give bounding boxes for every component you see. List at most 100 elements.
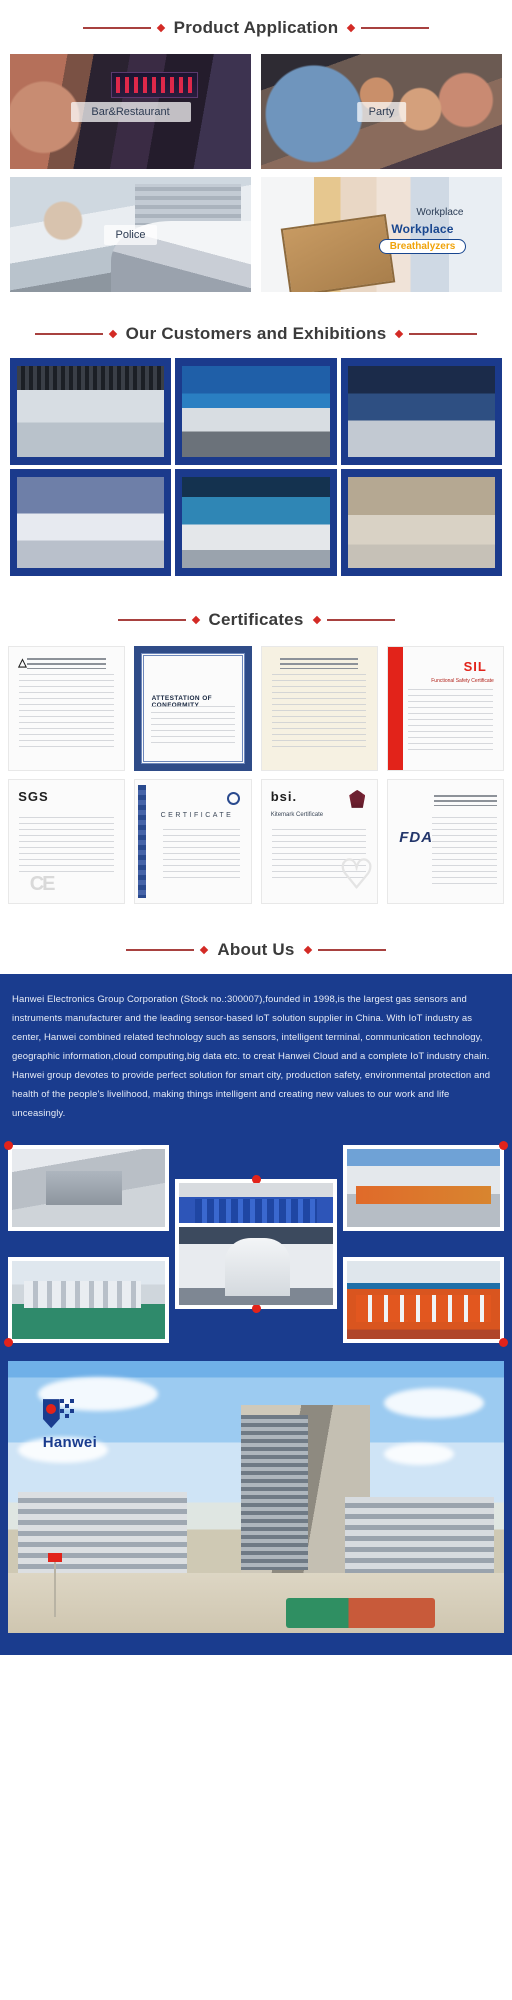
certificate-sil[interactable]: SIL Functional Safety Certificate xyxy=(386,646,504,771)
national-flag-icon xyxy=(47,1553,62,1563)
section-title: About Us xyxy=(217,940,295,959)
section-header-product-application: Product Application xyxy=(0,0,512,52)
basketball-court xyxy=(285,1597,435,1628)
iso-seal-icon xyxy=(227,792,241,806)
hanwei-headquarters-building[interactable]: Hanwei xyxy=(8,1361,504,1633)
section-header-about-us: About Us xyxy=(0,922,512,974)
application-card-workplace[interactable]: Workplace Workplace Breathalyzers xyxy=(261,177,502,292)
breathalyzer-machine-display xyxy=(111,72,198,98)
diamond-icon-right xyxy=(395,329,404,339)
application-label: Police xyxy=(103,224,158,245)
exhibition-cell[interactable] xyxy=(10,358,172,465)
exhibition-cell[interactable] xyxy=(175,469,337,576)
diamond-icon-left xyxy=(108,329,117,339)
factory-photo-frame[interactable] xyxy=(4,1141,170,1231)
certificates-grid: △ ATTESTATION OF CONFORMITY SIL Function… xyxy=(8,646,504,904)
certificate-title: CERTIFICATE xyxy=(160,811,234,819)
fda-logo: FDA xyxy=(399,829,434,847)
section-title: Our Customers and Exhibitions xyxy=(125,324,387,343)
factory-photo-frame[interactable] xyxy=(175,1223,337,1313)
headquarters-banner-wrap: Hanwei xyxy=(0,1361,512,1655)
exhibition-photo-3 xyxy=(347,366,495,457)
factory-photo-clean-room xyxy=(12,1261,166,1339)
diamond-icon-left xyxy=(200,945,209,955)
section-title: Product Application xyxy=(173,18,339,37)
certificate-attestation-of-conformity[interactable]: ATTESTATION OF CONFORMITY xyxy=(134,646,252,771)
cloud-shape xyxy=(384,1442,455,1465)
application-card-bar-restaurant[interactable]: Bar&Restaurant xyxy=(10,54,251,169)
flag-pole xyxy=(54,1556,56,1617)
certificate-body-lines xyxy=(150,706,236,744)
red-dot-marker xyxy=(251,1304,261,1313)
sil-red-sidebar xyxy=(387,647,403,770)
diamond-icon-right xyxy=(347,23,356,33)
badge-line-1: Workplace xyxy=(391,222,454,236)
exhibition-photo-6 xyxy=(347,477,495,568)
brand-name: Hanwei xyxy=(42,1434,98,1452)
certificate-body-lines xyxy=(162,829,241,884)
certificate-body-lines xyxy=(271,674,367,751)
watermark-icon: ♡ xyxy=(338,853,375,898)
diamond-icon-left xyxy=(191,615,200,625)
hanwei-brand-lockup: Hanwei xyxy=(42,1399,98,1452)
about-us-band: Hanwei Electronics Group Corporation (St… xyxy=(0,974,512,1137)
right-office-block xyxy=(345,1497,495,1579)
certificate-atex[interactable]: △ xyxy=(8,646,126,771)
heading-rule-right xyxy=(409,333,478,335)
application-card-party[interactable]: Party xyxy=(261,54,502,169)
exhibition-photo-1 xyxy=(17,366,165,457)
application-label: Party xyxy=(356,101,407,122)
iso-left-band xyxy=(137,784,146,899)
badge-line-2: Breathalyzers xyxy=(378,239,467,255)
certificate-heading-lines xyxy=(433,794,498,806)
exhibition-cell[interactable] xyxy=(340,469,502,576)
factory-photo-detector-assembly xyxy=(346,1261,500,1339)
certificate-iso[interactable]: CERTIFICATE xyxy=(134,779,252,904)
factory-row-2 xyxy=(4,1223,508,1347)
sgs-logo: SGS xyxy=(18,788,49,804)
certificate-body-lines xyxy=(19,674,114,751)
factory-photo-assembly-line xyxy=(346,1149,500,1227)
factory-photo-collage xyxy=(0,1137,512,1361)
factory-photo-frame[interactable] xyxy=(4,1257,170,1347)
product-application-grid: Bar&Restaurant Party Police Workplace Wo… xyxy=(0,52,512,306)
exhibition-photo-4 xyxy=(17,477,165,568)
red-dot-marker xyxy=(4,1338,13,1347)
certificate-bsi-kitemark[interactable]: bsi. Kitemark Certificate ♡ xyxy=(260,779,378,904)
heading-rule-right xyxy=(361,27,430,29)
certificate-body-lines xyxy=(431,816,498,886)
certificate-heading-lines xyxy=(279,658,359,670)
exhibition-cell[interactable] xyxy=(340,358,502,465)
royal-crest-icon xyxy=(349,789,366,808)
exhibition-photo-5 xyxy=(182,477,330,568)
factory-photo-smt-line xyxy=(12,1149,166,1227)
diamond-icon-left xyxy=(156,23,165,33)
certificate-logo: △ xyxy=(18,656,28,669)
exhibition-cell[interactable] xyxy=(175,358,337,465)
heading-rule-left xyxy=(117,619,186,621)
workplace-breathalyzers-badge: Workplace Breathalyzers xyxy=(353,222,493,255)
red-dot-marker xyxy=(498,1141,508,1150)
logo-red-dot xyxy=(45,1404,56,1415)
product-detail-page: Product Application Bar&Restaurant Party… xyxy=(0,0,512,1655)
workplace-plain-label: Workplace xyxy=(416,206,464,218)
heading-rule-left xyxy=(126,949,195,951)
left-office-block xyxy=(17,1491,187,1585)
section-header-certificates: Certificates xyxy=(0,592,512,644)
certificate-fda[interactable]: FDA xyxy=(386,779,504,904)
logo-checker-pattern xyxy=(59,1399,74,1422)
certificate-measurement[interactable] xyxy=(260,646,378,771)
diamond-icon-right xyxy=(312,615,321,625)
application-card-police[interactable]: Police xyxy=(10,177,251,292)
factory-photo-worker-assembling xyxy=(179,1227,333,1305)
factory-photo-frame[interactable] xyxy=(342,1141,508,1231)
factory-photo-frame[interactable] xyxy=(342,1257,508,1347)
exhibition-cell[interactable] xyxy=(10,469,172,576)
heading-rule-right xyxy=(326,619,395,621)
exhibitions-gallery xyxy=(0,358,512,592)
application-label: Bar&Restaurant xyxy=(70,101,191,122)
exhibition-photo-2 xyxy=(182,366,330,457)
ce-mark-icon: CE xyxy=(29,872,56,895)
bsi-logo: bsi. xyxy=(270,788,298,804)
certificate-sgs[interactable]: SGS CE xyxy=(8,779,126,904)
